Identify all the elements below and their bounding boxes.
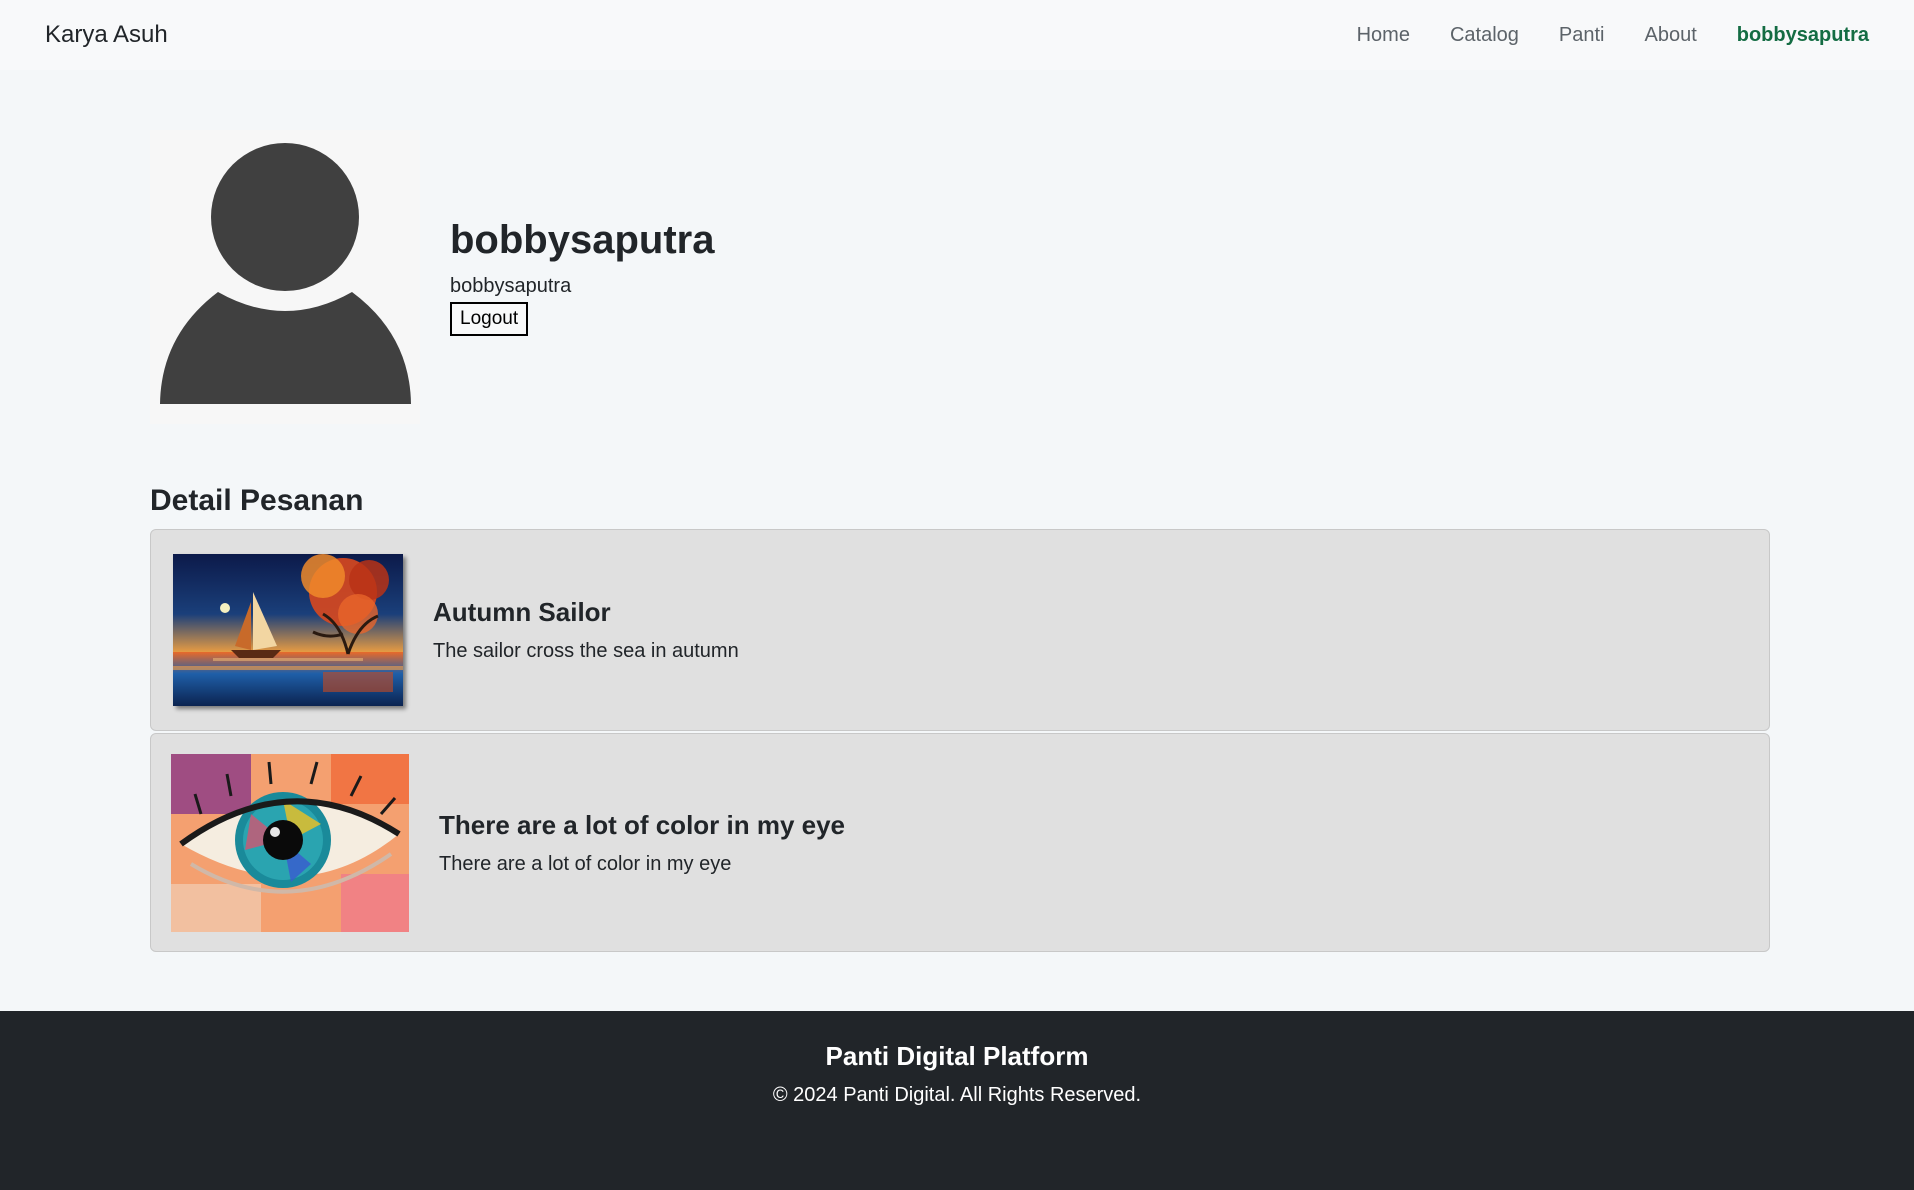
nav-links: Home Catalog Panti About bobbysaputra: [1357, 24, 1869, 47]
order-description: The sailor cross the sea in autumn: [433, 640, 739, 662]
order-image-eye: [171, 753, 409, 932]
navbar: Karya Asuh Home Catalog Panti About bobb…: [0, 0, 1914, 70]
nav-link-panti[interactable]: Panti: [1559, 24, 1605, 47]
order-list: Autumn Sailor The sailor cross the sea i…: [150, 529, 1770, 954]
order-card[interactable]: Autumn Sailor The sailor cross the sea i…: [150, 529, 1770, 731]
order-image-sailboat: [173, 554, 403, 706]
profile-name: bobbysaputra: [450, 218, 715, 262]
profile-info: bobbysaputra bobbysaputra Logout: [450, 218, 714, 336]
order-text: Autumn Sailor The sailor cross the sea i…: [433, 597, 739, 663]
order-card[interactable]: There are a lot of color in my eye There…: [150, 733, 1770, 952]
nav-link-about[interactable]: About: [1644, 24, 1696, 47]
nav-link-profile[interactable]: bobbysaputra: [1737, 24, 1869, 47]
nav-link-catalog[interactable]: Catalog: [1450, 24, 1519, 47]
order-title: There are a lot of color in my eye: [439, 809, 846, 840]
profile-section: bobbysaputra bobbysaputra Logout: [150, 130, 714, 424]
order-text: There are a lot of color in my eye There…: [439, 810, 845, 876]
section-title: Detail Pesanan: [150, 484, 364, 517]
logout-button[interactable]: Logout: [450, 302, 529, 336]
brand-link[interactable]: Karya Asuh: [45, 21, 168, 49]
order-title: Autumn Sailor: [433, 597, 611, 627]
avatar: [150, 130, 420, 424]
order-description: There are a lot of color in my eye: [439, 852, 732, 875]
user-silhouette-icon: [160, 143, 411, 404]
footer: Panti Digital Platform © 2024 Panti Digi…: [0, 1011, 1914, 1190]
nav-link-home[interactable]: Home: [1357, 24, 1410, 47]
profile-username: bobbysaputra: [450, 275, 572, 297]
footer-copyright: © 2024 Panti Digital. All Rights Reserve…: [772, 1084, 1142, 1106]
footer-title: Panti Digital Platform: [825, 1041, 1089, 1071]
